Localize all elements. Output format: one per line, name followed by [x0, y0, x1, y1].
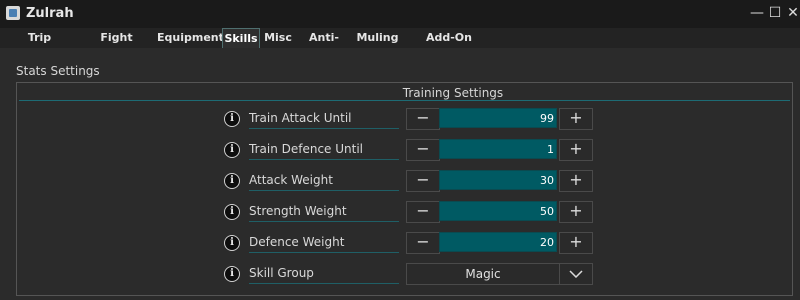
tab-equipment[interactable]: Equipment	[157, 28, 224, 47]
train-attack-until-stepper: − 99 +	[406, 108, 593, 130]
info-icon[interactable]: i	[224, 235, 240, 251]
section-label: Stats Settings	[16, 64, 100, 78]
label-underline	[249, 221, 399, 222]
chevron-down-icon[interactable]	[559, 263, 593, 285]
label-underline	[249, 252, 399, 253]
increment-button[interactable]: +	[559, 139, 593, 161]
setting-row-train-defence-until: i Train Defence Until − 1 +	[17, 139, 792, 161]
label-underline	[249, 283, 399, 284]
setting-label: Attack Weight	[249, 173, 333, 187]
info-icon[interactable]: i	[224, 142, 240, 158]
tab-skills[interactable]: Skills	[222, 28, 260, 48]
tab-trip-settings[interactable]: Trip Settings	[4, 28, 75, 63]
setting-row-defence-weight: i Defence Weight − 20 +	[17, 232, 792, 254]
value-field[interactable]: 20	[439, 232, 557, 252]
train-defence-until-stepper: − 1 +	[406, 139, 593, 161]
tab-misc[interactable]: Misc	[263, 28, 293, 47]
setting-label: Train Defence Until	[249, 142, 363, 156]
strength-weight-stepper: − 50 +	[406, 201, 593, 223]
value-field[interactable]: 1	[439, 139, 557, 159]
skills-content: Stats Settings Training Settings i Train…	[0, 48, 800, 300]
setting-label: Defence Weight	[249, 235, 345, 249]
close-icon[interactable]: ✕	[784, 4, 800, 22]
setting-label: Train Attack Until	[249, 111, 352, 125]
setting-label: Strength Weight	[249, 204, 347, 218]
title-bar: Zulrah — ☐ ✕	[0, 0, 800, 28]
defence-weight-stepper: − 20 +	[406, 232, 593, 254]
tab-add-on-settings[interactable]: Add-On Settings	[405, 28, 493, 63]
tab-fight-settings[interactable]: Fight Settings	[79, 28, 154, 63]
increment-button[interactable]: +	[559, 170, 593, 192]
tab-anti-ban[interactable]: Anti-ban	[299, 28, 349, 63]
setting-row-skill-group: i Skill Group Magic	[17, 263, 792, 285]
window-title: Zulrah	[26, 6, 74, 21]
dropdown-selected-value[interactable]: Magic	[406, 263, 560, 285]
tab-bar: Trip Settings Fight Settings Equipment S…	[0, 28, 800, 63]
setting-label: Skill Group	[249, 266, 314, 280]
info-icon[interactable]: i	[224, 111, 240, 127]
decrement-button[interactable]: −	[406, 170, 440, 192]
java-app-icon	[6, 6, 20, 20]
setting-row-strength-weight: i Strength Weight − 50 +	[17, 201, 792, 223]
increment-button[interactable]: +	[559, 108, 593, 130]
setting-row-train-attack-until: i Train Attack Until − 99 +	[17, 108, 792, 130]
value-field[interactable]: 30	[439, 170, 557, 190]
increment-button[interactable]: +	[559, 201, 593, 223]
increment-button[interactable]: +	[559, 232, 593, 254]
skill-group-dropdown[interactable]: Magic	[406, 263, 593, 285]
training-settings-panel: Training Settings i Train Attack Until −…	[16, 82, 793, 296]
attack-weight-stepper: − 30 +	[406, 170, 593, 192]
info-icon[interactable]: i	[224, 266, 240, 282]
setting-row-attack-weight: i Attack Weight − 30 +	[17, 170, 792, 192]
panel-title: Training Settings	[402, 86, 504, 100]
info-icon[interactable]: i	[224, 204, 240, 220]
info-icon[interactable]: i	[224, 173, 240, 189]
maximize-icon[interactable]: ☐	[766, 4, 784, 22]
decrement-button[interactable]: −	[406, 139, 440, 161]
minimize-icon[interactable]: —	[748, 4, 766, 22]
tab-muling[interactable]: Muling	[355, 28, 400, 47]
value-field[interactable]: 50	[439, 201, 557, 221]
decrement-button[interactable]: −	[406, 201, 440, 223]
decrement-button[interactable]: −	[406, 232, 440, 254]
label-underline	[249, 128, 399, 129]
decrement-button[interactable]: −	[406, 108, 440, 130]
label-underline	[249, 159, 399, 160]
value-field[interactable]: 99	[439, 108, 557, 128]
label-underline	[249, 190, 399, 191]
